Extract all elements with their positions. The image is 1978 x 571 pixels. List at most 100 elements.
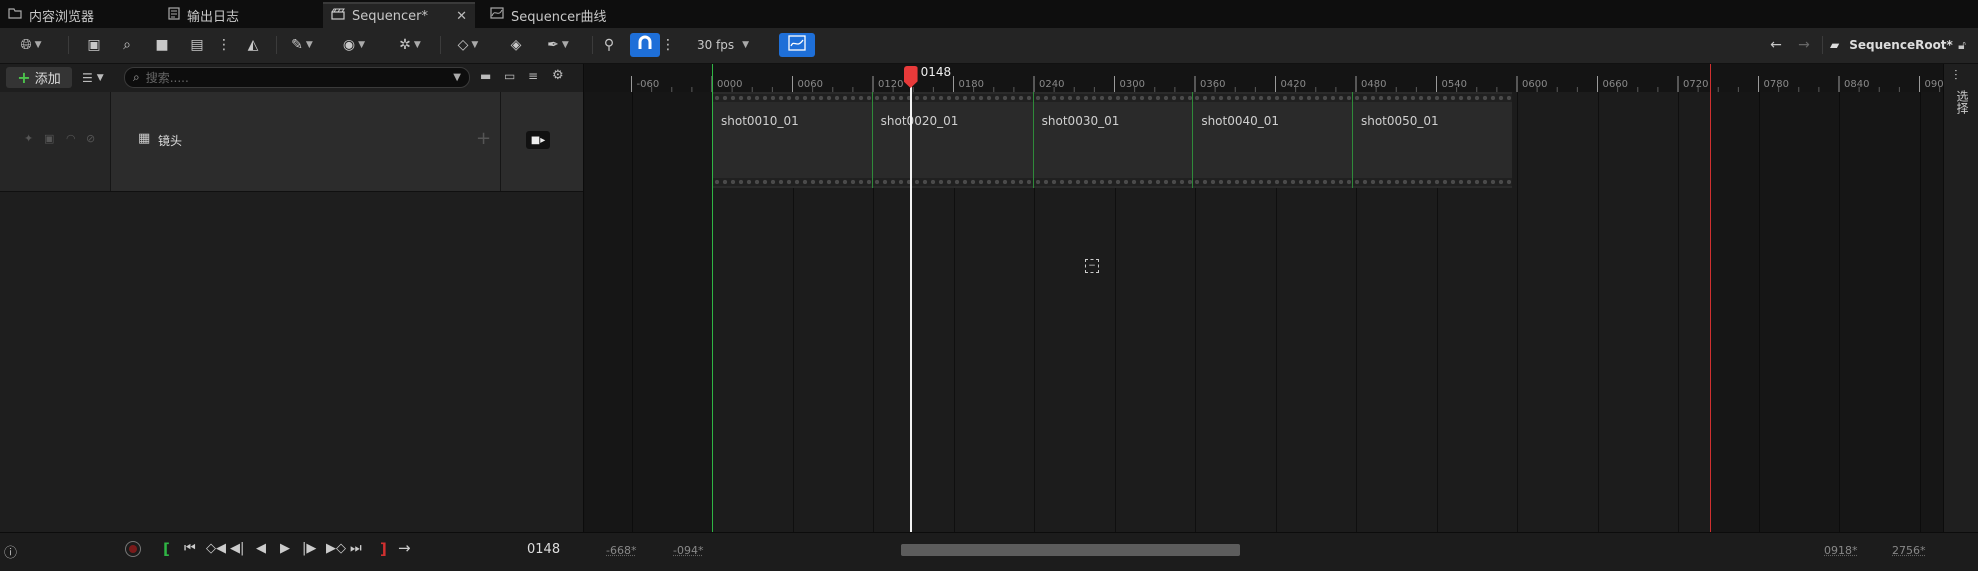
info-icon[interactable]: ⓘ [4, 542, 17, 561]
loop-button[interactable]: → [398, 539, 411, 557]
selection-tab-label[interactable]: 选择 [1954, 90, 1971, 114]
tools-menu[interactable]: ✎ ▼ [284, 33, 320, 57]
expand-icon: ▭ [504, 69, 516, 83]
tab-label: 输出日志 [187, 9, 240, 25]
add-shot-icon[interactable]: + [476, 128, 491, 149]
view-options-menu[interactable]: ◉ ▼ [336, 33, 372, 57]
camera-icon: ■▸ [530, 134, 546, 146]
set-end-button[interactable]: ] [380, 540, 387, 558]
jump-end-button[interactable]: ⏭ [350, 541, 362, 556]
render-button[interactable]: ◭ [242, 33, 264, 57]
snap-options-button[interactable]: ⋮ [661, 33, 675, 57]
set-start-button[interactable]: [ [163, 540, 170, 558]
tab-sequencer[interactable]: Sequencer* ✕ [323, 2, 475, 28]
chevron-down-icon: ▼ [742, 40, 750, 50]
more-button[interactable]: ⋮ [217, 33, 231, 57]
chevron-down-icon: ▼ [305, 40, 313, 50]
lock-button[interactable]: 🔓︎ [1954, 33, 1970, 57]
shot-track-lane: shot0010_01 shot0020_01 shot0030_01 shot004… [585, 92, 1943, 191]
key-fill-button[interactable]: ◈ [506, 33, 526, 57]
forward-button[interactable]: → [1794, 33, 1814, 57]
camera-cut-button[interactable]: ■▸ [526, 131, 550, 149]
ruler-label: 0060 [797, 79, 823, 90]
sequence-root-label: SequenceRoot* [1849, 38, 1953, 52]
disable-icon[interactable]: ⊘ [86, 132, 95, 145]
sequence-root-breadcrumb[interactable]: ▰ SequenceRoot* [1830, 33, 1953, 57]
shot-section[interactable]: shot0050_01 [1351, 92, 1512, 188]
diamond-icon: ◇ [457, 37, 469, 53]
find-asset-button[interactable]: ⌕ [116, 33, 138, 57]
time-ruler[interactable]: -060 0000 0060 0120 0180 0240 0300 0360 0420 0480… [585, 64, 1943, 92]
record-button[interactable] [125, 541, 141, 557]
chevron-down-icon: ▼ [34, 40, 42, 50]
shot-section[interactable]: shot0040_01 [1192, 92, 1352, 188]
shot-name: shot0010_01 [721, 114, 799, 128]
tab-sequencer-curve[interactable]: Sequencer曲线 [482, 2, 632, 28]
timeline-scrollbar[interactable] [901, 544, 1240, 556]
collapse-button[interactable]: ▬ [480, 69, 494, 85]
chevron-down-icon: ▼ [96, 73, 104, 83]
play-button[interactable]: ▶ [280, 541, 290, 556]
search-placeholder: 搜索..... [145, 71, 189, 85]
key-menu[interactable]: ◇ ▼ [450, 33, 486, 57]
pin-icon: ⚲ [603, 37, 615, 53]
curve-editor-toggle[interactable] [779, 33, 815, 57]
render-icon: ◭ [247, 37, 259, 53]
shot-section[interactable]: shot0010_01 [712, 92, 872, 188]
tab-label: Sequencer* [352, 8, 428, 24]
play-start-field[interactable]: -094* [673, 544, 703, 557]
pin-icon[interactable]: ✦ [24, 132, 33, 145]
camera-button[interactable]: ■ [150, 33, 174, 57]
lock-icon: 🔓︎ [1958, 37, 1966, 52]
magnet-icon [637, 35, 653, 55]
current-frame-display[interactable]: 0148 [527, 542, 560, 557]
settings-button[interactable]: ⚙ [552, 68, 568, 84]
playback-options-menu[interactable]: ✲ ▼ [392, 33, 428, 57]
clapper-button[interactable]: ▤ [186, 33, 208, 57]
close-icon[interactable]: ✕ [456, 9, 467, 24]
track-area[interactable]: shot0010_01 shot0020_01 shot0030_01 shot004… [585, 92, 1943, 532]
back-button[interactable]: ← [1766, 33, 1786, 57]
view-end-field[interactable]: 2756* [1892, 544, 1926, 557]
tab-content-browser[interactable]: 内容浏览器 [0, 2, 160, 28]
save-button[interactable]: ▣ [84, 33, 104, 57]
headphones-icon[interactable]: ◠ [66, 132, 76, 145]
timeline-area[interactable]: -060 0000 0060 0120 0180 0240 0300 0360 0420 0480… [585, 64, 1943, 532]
lock-icon[interactable]: ▣ [44, 132, 54, 145]
world-settings-button[interactable]: 🌐︎ ▼ [12, 33, 50, 57]
tab-output-log[interactable]: 输出日志 [160, 2, 322, 28]
film-perforation [1193, 178, 1352, 186]
add-track-button[interactable]: + 添加 [6, 67, 72, 88]
edit-mode-menu[interactable]: ✒ ▼ [538, 33, 578, 57]
plus-icon: + [17, 68, 31, 87]
expand-button[interactable]: ▭ [504, 69, 518, 85]
scrollbar-thumb[interactable] [901, 544, 1240, 556]
fps-select[interactable]: 30 fps ▼ [690, 33, 756, 57]
shot-section[interactable]: shot0030_01 [1032, 92, 1193, 188]
jump-start-button[interactable]: ⏮ [184, 541, 196, 556]
shot-section[interactable]: shot0020_01 [871, 92, 1033, 188]
divider [440, 36, 441, 54]
shot-track-row[interactable]: ✦ ▣ ◠ ⊘ ▦ 镜头 + ■▸ [0, 92, 583, 192]
step-back-button[interactable]: ◀| [230, 541, 244, 556]
chevron-down-icon: ▼ [413, 40, 421, 50]
step-forward-button[interactable]: |▶ [302, 541, 316, 556]
marker-button[interactable]: ⚲ [600, 33, 618, 57]
folder-icon: ▰ [1830, 38, 1840, 52]
play-reverse-button[interactable]: ◀ [256, 541, 266, 556]
prev-key-button[interactable]: ◇◀ [206, 541, 226, 556]
ruler-label: 0420 [1280, 79, 1306, 90]
divider [592, 36, 593, 54]
play-end-field[interactable]: 0918* [1824, 544, 1858, 557]
eye-icon: ◉ [342, 37, 356, 53]
fps-label: 30 fps [696, 38, 735, 52]
filter-button[interactable]: ☰ ▼ [82, 70, 116, 86]
list-view-button[interactable]: ≡ [528, 69, 542, 85]
search-input[interactable]: ⌕ 搜索..... ▼ [124, 67, 470, 88]
snap-toggle[interactable] [630, 33, 660, 57]
chevron-down-icon: ▼ [453, 72, 461, 83]
view-start-field[interactable]: -668* [606, 544, 636, 557]
sliders-icon[interactable]: ⫶ [1954, 68, 1958, 84]
next-key-button[interactable]: ▶◇ [326, 541, 346, 556]
ruler-label: 0240 [1039, 79, 1065, 90]
